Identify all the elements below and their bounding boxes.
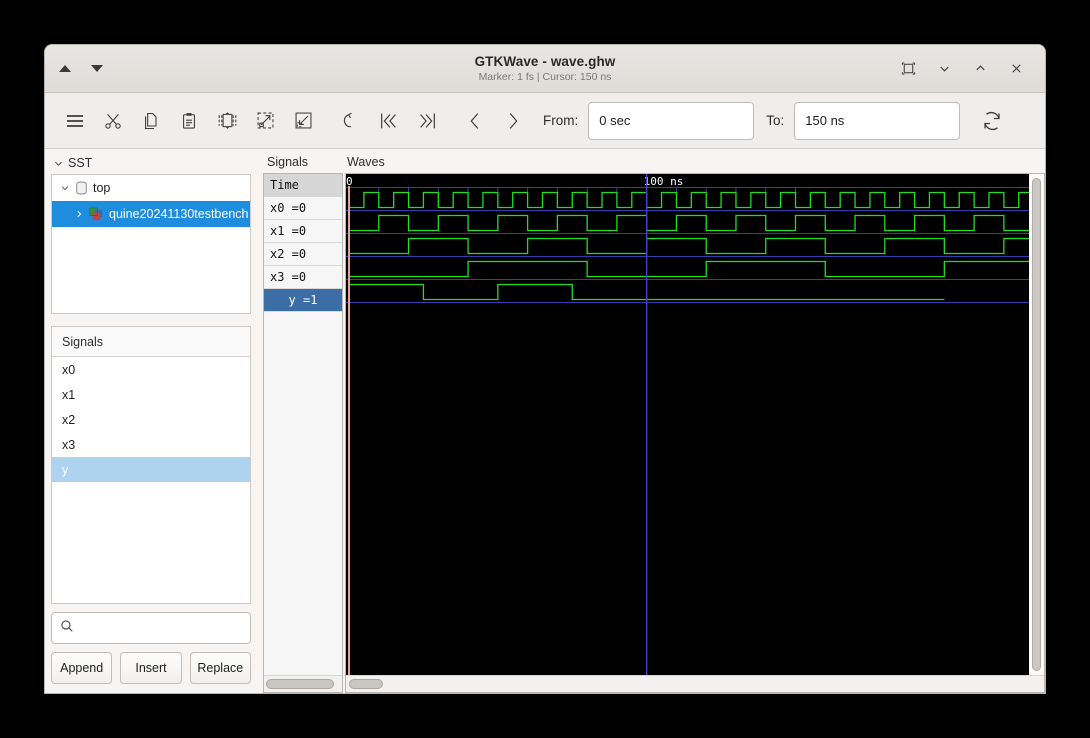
signal-row-x2[interactable]: x2 =0	[264, 243, 342, 266]
tree-item-label: top	[93, 181, 111, 195]
window-controls	[893, 54, 1045, 84]
signals-browser: Signals x0 x1 x2 x3 y	[51, 326, 251, 604]
list-item[interactable]: x0	[52, 357, 250, 382]
search-icon	[60, 619, 74, 638]
from-label: From:	[543, 113, 579, 128]
signal-action-buttons: Append Insert Replace	[51, 652, 251, 693]
search-box[interactable]	[51, 612, 251, 644]
titlebar: GTKWave - wave.ghw Marker: 1 fs | Cursor…	[45, 45, 1045, 93]
chevron-down-icon[interactable]	[929, 54, 959, 84]
scissors-icon[interactable]	[95, 103, 131, 139]
wave-canvas[interactable]: 0 100 ns	[346, 174, 1029, 675]
wave-signals-header: Signals	[267, 155, 308, 169]
chevron-up-icon[interactable]	[965, 54, 995, 84]
wave-plot: 0 100 ns	[346, 174, 1029, 675]
waves-vscrollbar[interactable]	[1029, 174, 1044, 675]
zoom-in-icon[interactable]	[247, 103, 283, 139]
sst-header[interactable]: SST	[51, 153, 251, 174]
search-area	[51, 612, 251, 644]
signal-row-y[interactable]: y =1	[264, 289, 342, 312]
wave-signal-names: Time x0 =0 x1 =0 x2 =0 x3 =0 y =1	[263, 173, 343, 693]
chevron-down-icon[interactable]	[60, 183, 70, 193]
zoom-fit-icon[interactable]	[209, 103, 245, 139]
signal-row-x3[interactable]: x3 =0	[264, 266, 342, 289]
chevron-right-icon[interactable]	[495, 103, 531, 139]
window-title: GTKWave - wave.ghw	[474, 54, 616, 69]
svg-text:100 ns: 100 ns	[644, 175, 684, 188]
skip-to-start-icon[interactable]	[371, 103, 407, 139]
replace-button[interactable]: Replace	[189, 652, 251, 684]
titlebar-nav-buttons	[45, 65, 103, 72]
cylinder-icon	[75, 181, 88, 195]
signal-row-x1[interactable]: x1 =0	[264, 220, 342, 243]
chevron-left-icon[interactable]	[457, 103, 493, 139]
waves-row: 0 100 ns	[346, 174, 1044, 675]
insert-button[interactable]: Insert	[120, 652, 182, 684]
from-input[interactable]	[588, 101, 755, 140]
chevron-down-icon	[53, 158, 64, 169]
hamburger-menu-icon[interactable]	[57, 103, 93, 139]
list-item[interactable]: y	[52, 457, 250, 482]
waves-hscrollbar[interactable]	[346, 675, 1044, 692]
tree-item-label: quine20241130testbench	[109, 207, 249, 221]
window-subtitle: Marker: 1 fs | Cursor: 150 ns	[478, 71, 612, 83]
gtkwave-window: GTKWave - wave.ghw Marker: 1 fs | Cursor…	[44, 44, 1046, 694]
triangle-down-icon[interactable]	[91, 65, 103, 72]
window-body: SST top quine20241130testbench Signals x…	[45, 149, 1045, 693]
clipboard-icon[interactable]	[171, 103, 207, 139]
sst-header-label: SST	[68, 156, 93, 170]
main-toolbar: From: To:	[45, 93, 1045, 149]
waves-header: Waves	[347, 155, 385, 169]
restore-window-icon[interactable]	[893, 54, 923, 84]
list-item[interactable]: x2	[52, 407, 250, 432]
close-icon[interactable]	[1001, 54, 1031, 84]
tree-item-quine-testbench[interactable]: quine20241130testbench	[52, 201, 250, 227]
signals-browser-list: x0 x1 x2 x3 y	[52, 357, 250, 603]
copy-icon[interactable]	[133, 103, 169, 139]
left-pane: SST top quine20241130testbench Signals x…	[45, 149, 257, 693]
module-icon	[89, 207, 104, 222]
search-input[interactable]	[80, 620, 242, 636]
waves-area: 0 100 ns	[345, 173, 1045, 693]
reload-icon[interactable]	[974, 103, 1010, 139]
tree-item-top[interactable]: top	[52, 175, 250, 201]
wave-pane-main: Time x0 =0 x1 =0 x2 =0 x3 =0 y =1 0 100 n…	[263, 173, 1045, 693]
signal-row-x0[interactable]: x0 =0	[264, 197, 342, 220]
undo-icon[interactable]	[333, 103, 369, 139]
sst-tree: top quine20241130testbench	[51, 174, 251, 314]
signal-row-time[interactable]: Time	[264, 174, 342, 197]
signals-browser-header: Signals	[52, 327, 250, 357]
zoom-out-icon[interactable]	[285, 103, 321, 139]
chevron-right-icon[interactable]	[74, 209, 84, 219]
list-item[interactable]: x3	[52, 432, 250, 457]
scrollbar-thumb[interactable]	[266, 679, 334, 689]
wave-pane-headers: Signals Waves	[263, 153, 1045, 173]
scrollbar-thumb[interactable]	[349, 679, 383, 689]
list-item[interactable]: x1	[52, 382, 250, 407]
triangle-up-icon[interactable]	[59, 65, 71, 72]
wave-pane: Signals Waves Time x0 =0 x1 =0 x2 =0 x3 …	[263, 149, 1045, 693]
append-button[interactable]: Append	[51, 652, 113, 684]
signal-names-hscrollbar[interactable]	[264, 675, 342, 692]
skip-to-end-icon[interactable]	[409, 103, 445, 139]
scrollbar-thumb[interactable]	[1032, 178, 1041, 671]
to-input[interactable]	[794, 101, 961, 140]
to-label: To:	[766, 113, 785, 128]
